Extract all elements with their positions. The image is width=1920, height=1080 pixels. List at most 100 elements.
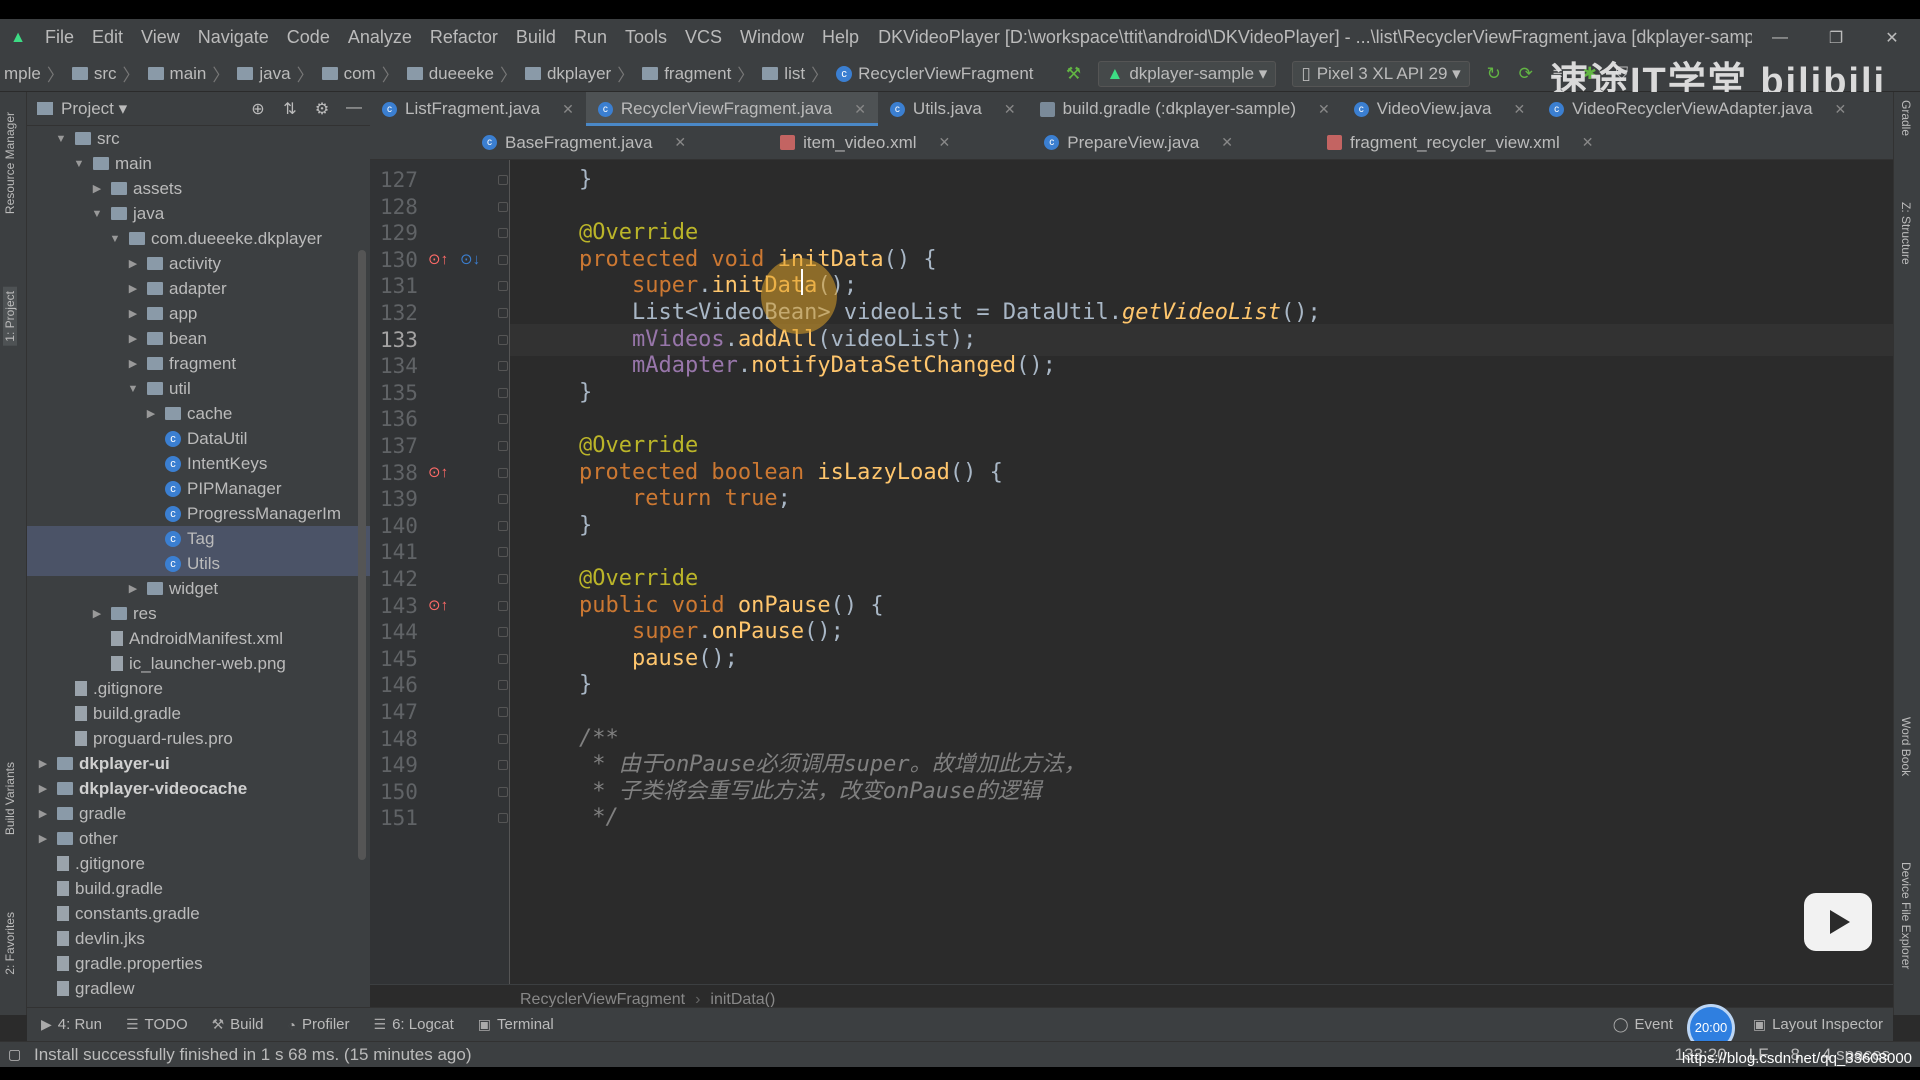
breadcrumb-item[interactable]: java 〉 — [233, 61, 317, 86]
tree-item[interactable]: ▼ java — [27, 201, 370, 226]
fold-marker[interactable] — [498, 760, 508, 770]
fold-marker[interactable] — [498, 335, 508, 345]
fold-marker[interactable] — [498, 627, 508, 637]
menu-item-tools[interactable]: Tools — [616, 27, 676, 48]
collapse-arrow-icon[interactable]: ▶ — [125, 307, 141, 320]
collapse-arrow-icon[interactable]: ▶ — [35, 782, 51, 795]
editor-tab[interactable]: build.gradle (:dkplayer-sample) ✕ — [1028, 92, 1342, 126]
tree-item[interactable]: ▶ widget — [27, 576, 370, 601]
fold-marker[interactable] — [498, 601, 508, 611]
fold-marker[interactable] — [498, 494, 508, 504]
tree-item[interactable]: c DataUtil — [27, 426, 370, 451]
bottom-tool-build[interactable]: ⚒ Build — [212, 1016, 264, 1033]
tree-item[interactable]: ▶ activity — [27, 251, 370, 276]
breadcrumb-item[interactable]: list 〉 — [758, 61, 832, 86]
tree-item[interactable]: ▶ res — [27, 601, 370, 626]
fold-marker[interactable] — [498, 175, 508, 185]
override-marker-icon[interactable]: ⊙↑ — [428, 457, 448, 489]
editor-tab[interactable]: item_video.xml ✕ — [768, 126, 962, 159]
collapse-arrow-icon[interactable]: ▶ — [125, 257, 141, 270]
device-file-explorer-tab[interactable]: Device File Explorer — [1899, 862, 1913, 969]
tree-item[interactable]: ▶ bean — [27, 326, 370, 351]
breadcrumb-item[interactable]: dkplayer 〉 — [521, 61, 638, 86]
project-tab[interactable]: 1: Project — [3, 287, 17, 346]
tree-item[interactable]: .gitignore — [27, 851, 370, 876]
collapse-arrow-icon[interactable]: ▶ — [143, 407, 159, 420]
menu-item-run[interactable]: Run — [565, 27, 616, 48]
close-tab-icon[interactable]: ✕ — [939, 134, 951, 151]
fold-marker[interactable] — [498, 255, 508, 265]
editor-tab[interactable]: c ListFragment.java ✕ — [370, 92, 586, 126]
bottom-tool-profiler[interactable]: ◔ Profiler — [288, 1016, 350, 1033]
editor-tab[interactable]: c VideoRecyclerViewAdapter.java ✕ — [1537, 92, 1858, 126]
fold-marker[interactable] — [498, 361, 508, 371]
close-tab-icon[interactable]: ✕ — [1835, 101, 1847, 118]
collapse-arrow-icon[interactable]: ▶ — [125, 332, 141, 345]
menu-item-file[interactable]: File — [36, 27, 83, 48]
fold-marker[interactable] — [498, 388, 508, 398]
collapse-arrow-icon[interactable]: ▶ — [125, 582, 141, 595]
expand-arrow-icon[interactable]: ▼ — [125, 383, 141, 395]
breadcrumb-item[interactable]: mple 〉 — [0, 61, 68, 86]
status-toggle-icon[interactable]: ▢ — [8, 1046, 21, 1063]
breadcrumb-item[interactable]: c RecyclerViewFragment — [832, 64, 1037, 84]
tree-item[interactable]: ▶ assets — [27, 176, 370, 201]
tree-item[interactable]: ▼ com.dueeeke.dkplayer — [27, 226, 370, 251]
tree-item[interactable]: constants.gradle — [27, 901, 370, 926]
fold-marker[interactable] — [498, 787, 508, 797]
breadcrumb-item[interactable]: fragment 〉 — [638, 61, 758, 86]
fold-marker[interactable] — [498, 308, 508, 318]
tree-item[interactable]: c ProgressManagerIm — [27, 501, 370, 526]
tree-item[interactable]: ▶ dkplayer-videocache — [27, 776, 370, 801]
bottom-tool-6-logcat[interactable]: ☰ 6: Logcat — [374, 1016, 454, 1033]
tree-item[interactable]: ▶ dkplayer-ui — [27, 751, 370, 776]
locate-icon[interactable]: ⊕ — [242, 99, 274, 119]
breadcrumb-item[interactable]: src 〉 — [68, 61, 144, 86]
collapse-icon[interactable]: ⇅ — [274, 99, 306, 119]
fold-marker[interactable] — [498, 707, 508, 717]
tree-item[interactable]: devlin.jks — [27, 926, 370, 951]
gear-icon[interactable]: ⚙ — [306, 99, 338, 119]
tree-item[interactable]: AndroidManifest.xml — [27, 626, 370, 651]
resource-manager-tab[interactable]: Resource Manager — [3, 112, 17, 214]
editor-tab[interactable]: c BaseFragment.java ✕ — [470, 126, 698, 159]
breadcrumb-item[interactable]: dueeeke 〉 — [403, 61, 521, 86]
tree-item[interactable]: ▶ cache — [27, 401, 370, 426]
close-tab-icon[interactable]: ✕ — [1513, 101, 1525, 118]
event-log-button[interactable]: ◯ Event — [1613, 1016, 1673, 1033]
word-book-tab[interactable]: Word Book — [1899, 717, 1913, 776]
menu-item-edit[interactable]: Edit — [83, 27, 132, 48]
tree-item[interactable]: gradle.properties — [27, 951, 370, 976]
layout-inspector-button[interactable]: ▣ Layout Inspector — [1753, 1016, 1883, 1033]
tree-item[interactable]: c Utils — [27, 551, 370, 576]
build-variants-tab[interactable]: Build Variants — [3, 762, 17, 835]
breadcrumb-item[interactable]: com 〉 — [318, 61, 403, 86]
fold-marker[interactable] — [498, 734, 508, 744]
tree-item[interactable]: ▶ other — [27, 826, 370, 851]
collapse-arrow-icon[interactable]: ▶ — [89, 607, 105, 620]
menu-item-refactor[interactable]: Refactor — [421, 27, 507, 48]
close-tab-icon[interactable]: ✕ — [1221, 134, 1233, 151]
menu-item-code[interactable]: Code — [278, 27, 339, 48]
tree-item[interactable]: ▼ main — [27, 151, 370, 176]
breadcrumb-item[interactable]: main 〉 — [144, 61, 234, 86]
close-tab-icon[interactable]: ✕ — [674, 134, 686, 151]
editor-tab[interactable]: c RecyclerViewFragment.java ✕ — [585, 92, 878, 126]
minimize-button[interactable]: — — [1752, 29, 1808, 47]
close-tab-icon[interactable]: ✕ — [1004, 101, 1016, 118]
fold-marker[interactable] — [498, 521, 508, 531]
menu-item-window[interactable]: Window — [731, 27, 813, 48]
override-marker-icon[interactable]: ⊙↑ — [428, 590, 448, 622]
close-window-button[interactable]: ✕ — [1864, 28, 1920, 48]
tree-item[interactable]: ▼ src — [27, 126, 370, 151]
run-config-dropdown[interactable]: ▲ dkplayer-sample ▾ — [1097, 60, 1277, 87]
gradle-tab[interactable]: Gradle — [1899, 100, 1913, 136]
device-dropdown[interactable]: ▯ Pixel 3 XL API 29 ▾ — [1292, 60, 1470, 87]
tree-item[interactable]: c IntentKeys — [27, 451, 370, 476]
collapse-arrow-icon[interactable]: ▶ — [35, 832, 51, 845]
tree-item[interactable]: ▶ adapter — [27, 276, 370, 301]
fold-marker[interactable] — [498, 574, 508, 584]
expand-arrow-icon[interactable]: ▼ — [53, 133, 69, 145]
tree-item[interactable]: proguard-rules.pro — [27, 726, 370, 751]
editor-tab[interactable]: c Utils.java ✕ — [878, 92, 1028, 126]
